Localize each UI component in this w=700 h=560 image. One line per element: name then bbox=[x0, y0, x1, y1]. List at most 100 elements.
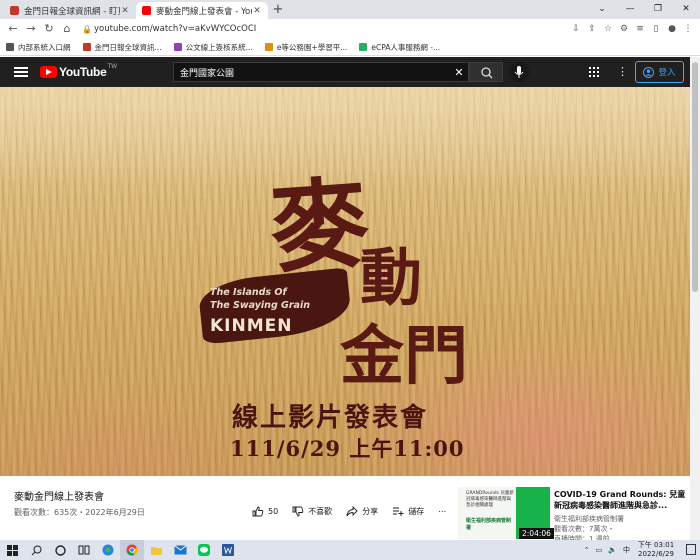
chrome-taskbar-icon[interactable] bbox=[120, 540, 144, 560]
word-taskbar-icon[interactable] bbox=[216, 540, 240, 560]
voice-search-button[interactable] bbox=[509, 62, 529, 82]
video-player[interactable]: 麥 動 金門 The Islands Of The Swaying Grain … bbox=[0, 87, 690, 476]
restore-icon[interactable]: ❐ bbox=[644, 0, 672, 19]
bookmark-item[interactable]: 金門日報全球資訊... bbox=[82, 42, 162, 53]
english-title-line2: The Swaying Grain bbox=[210, 300, 310, 311]
launch-event-title: 線上影片發表會 bbox=[232, 403, 429, 433]
install-icon[interactable]: ⇩ bbox=[568, 24, 584, 34]
reload-icon[interactable]: ↻ bbox=[40, 20, 58, 38]
scrollbar-thumb[interactable] bbox=[692, 62, 698, 292]
search-icon bbox=[481, 67, 493, 79]
thumbs-down-icon bbox=[292, 506, 304, 517]
cortana-button[interactable] bbox=[48, 540, 72, 560]
edge-taskbar-icon[interactable] bbox=[96, 540, 120, 560]
minimize-icon[interactable]: — bbox=[616, 0, 644, 19]
close-tab-icon[interactable]: ✕ bbox=[252, 6, 262, 16]
hamburger-menu-icon[interactable] bbox=[14, 67, 28, 77]
english-title-kinmen: KINMEN bbox=[210, 316, 293, 336]
more-actions-button[interactable]: ⋯ bbox=[438, 507, 446, 516]
reading-list-icon[interactable]: ≡ bbox=[632, 24, 648, 34]
bookmark-item[interactable]: e等公務園+學習平... bbox=[264, 42, 347, 53]
close-window-icon[interactable]: ✕ bbox=[672, 0, 700, 19]
extensions-icon[interactable]: ⚙ bbox=[616, 24, 632, 34]
close-tab-icon[interactable]: ✕ bbox=[120, 6, 130, 16]
bookmark-item[interactable]: 公文線上簽核系統... bbox=[173, 42, 253, 53]
sidebar-icon[interactable]: ▯ bbox=[648, 24, 664, 34]
mail-taskbar-icon[interactable] bbox=[168, 540, 192, 560]
chrome-icon bbox=[126, 544, 138, 556]
youtube-header: YouTube TW 金門國家公園 ✕ ⋮ 登入 bbox=[0, 57, 700, 87]
back-arrow-icon[interactable]: ← bbox=[4, 20, 22, 38]
apps-grid-icon[interactable] bbox=[589, 67, 599, 77]
thumbnail-caption: GRANDRounds 兒童新冠病毒感染醫師進階與急診相關處理 bbox=[466, 491, 514, 508]
region-code: TW bbox=[107, 63, 118, 70]
star-icon[interactable]: ☆ bbox=[600, 24, 616, 34]
volume-icon[interactable]: 🔈 bbox=[608, 546, 617, 554]
share-button[interactable]: 分享 bbox=[346, 506, 378, 517]
settings-more-icon[interactable]: ⋮ bbox=[617, 65, 628, 79]
site-favicon-icon bbox=[173, 43, 182, 51]
chevron-down-icon[interactable]: ⌄ bbox=[588, 0, 616, 19]
english-title-line1: The Islands Of bbox=[210, 287, 287, 298]
line-taskbar-icon[interactable] bbox=[192, 540, 216, 560]
sign-in-label: 登入 bbox=[658, 68, 676, 78]
windows-logo-icon bbox=[6, 544, 18, 556]
kinmen-daily-favicon-icon bbox=[10, 6, 19, 15]
network-icon[interactable]: ▭ bbox=[596, 546, 603, 554]
taskbar-search-button[interactable] bbox=[24, 540, 48, 560]
tab-kinmen-daily[interactable]: 金門日報全球資訊網 - 盯覓電子報 ✕ bbox=[4, 2, 136, 19]
share-arrow-icon bbox=[346, 506, 358, 517]
tab-title: 金門日報全球資訊網 - 盯覓電子報 bbox=[24, 6, 120, 17]
globe-icon bbox=[6, 43, 14, 51]
tab-youtube[interactable]: 麥動金門線上發表會 - YouTube ✕ bbox=[136, 2, 268, 19]
site-favicon-icon bbox=[82, 43, 91, 51]
show-hidden-icons-icon[interactable]: ⌃ bbox=[584, 546, 590, 554]
dislike-label: 不喜歡 bbox=[308, 507, 333, 516]
share-icon[interactable]: ⇪ bbox=[584, 24, 600, 34]
tab-strip: 金門日報全球資訊網 - 盯覓電子報 ✕ 麥動金門線上發表會 - YouTube … bbox=[0, 0, 700, 19]
forward-arrow-icon[interactable]: → bbox=[22, 20, 40, 38]
sign-in-button[interactable]: 登入 bbox=[635, 61, 684, 83]
lock-icon: 🔒 bbox=[82, 24, 92, 34]
notification-center-icon[interactable] bbox=[686, 544, 696, 555]
launch-event-datetime: 111/6/29 上午11:00 bbox=[230, 436, 465, 461]
microphone-icon bbox=[514, 66, 524, 78]
task-view-button[interactable] bbox=[72, 540, 96, 560]
search-query: 金門國家公園 bbox=[180, 68, 235, 79]
recommended-channel[interactable]: 衛生福利部疾病管制署 bbox=[554, 514, 688, 524]
bookmark-item[interactable]: 内部系統入口網 bbox=[6, 42, 71, 53]
file-explorer-taskbar-icon[interactable] bbox=[144, 540, 168, 560]
youtube-play-icon bbox=[40, 66, 57, 78]
edge-icon bbox=[102, 544, 114, 556]
search-input[interactable]: 金門國家公園 ✕ bbox=[173, 62, 469, 82]
recommended-views: 觀看次數：7萬次・ bbox=[554, 525, 615, 533]
bookmark-item[interactable]: eCPA人事服務網 -... bbox=[359, 42, 440, 53]
video-title: 麥動金門線上發表會 bbox=[14, 492, 104, 503]
search-icon bbox=[31, 545, 41, 555]
more-horizontal-icon: ⋯ bbox=[438, 507, 447, 516]
recommended-title[interactable]: COVID-19 Grand Rounds: 兒童新冠病毒感染醫師進階與急診..… bbox=[554, 489, 688, 511]
video-actions: 50 不喜歡 分享 儲存 ⋯ bbox=[252, 506, 460, 517]
url-field[interactable]: 🔒 youtube.com/watch?v=aKvWYCOcOCI bbox=[82, 21, 562, 37]
search-button[interactable] bbox=[469, 62, 503, 82]
like-button[interactable]: 50 bbox=[252, 506, 278, 517]
clock-time: 下午 03:01 bbox=[637, 541, 675, 549]
youtube-logo[interactable]: YouTube TW bbox=[40, 63, 118, 79]
playlist-add-icon bbox=[393, 507, 404, 516]
thumbs-up-icon bbox=[252, 506, 264, 517]
folder-icon bbox=[150, 546, 162, 555]
home-icon[interactable]: ⌂ bbox=[58, 20, 76, 38]
address-bar: ← → ↻ ⌂ 🔒 youtube.com/watch?v=aKvWYCOcOC… bbox=[0, 19, 700, 39]
taskbar-clock[interactable]: 下午 03:01 2022/6/29 bbox=[634, 540, 678, 559]
tab-title: 麥動金門線上發表會 - YouTube bbox=[156, 6, 252, 17]
save-button[interactable]: 儲存 bbox=[392, 506, 424, 517]
start-button[interactable] bbox=[0, 540, 24, 560]
profile-icon[interactable]: ● bbox=[664, 24, 680, 34]
clear-search-icon[interactable]: ✕ bbox=[450, 66, 468, 79]
new-tab-button[interactable]: + bbox=[270, 2, 286, 19]
ime-indicator[interactable]: 中 bbox=[623, 545, 630, 555]
site-favicon-icon bbox=[359, 43, 368, 51]
dislike-button[interactable]: 不喜歡 bbox=[292, 506, 332, 517]
save-label: 儲存 bbox=[408, 507, 425, 516]
menu-dots-icon[interactable]: ⋮ bbox=[680, 24, 696, 34]
